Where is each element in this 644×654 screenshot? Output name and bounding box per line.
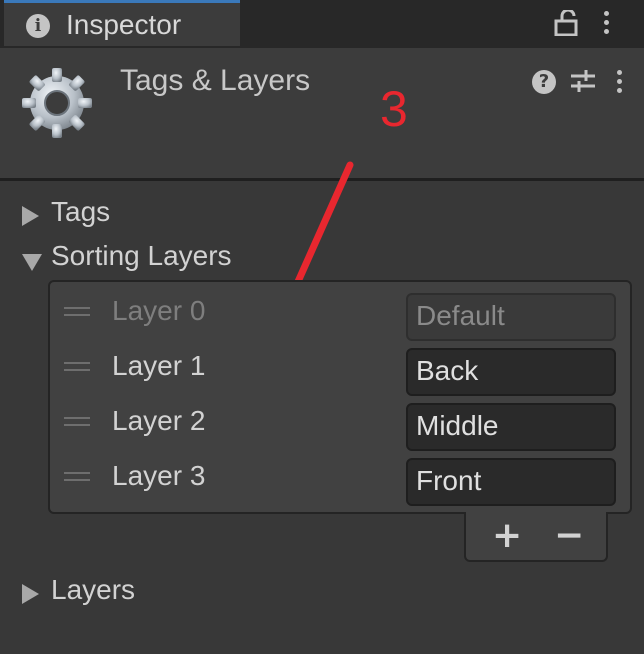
tab-title: Inspector [66,9,182,40]
layer-label: Layer 3 [112,460,206,491]
layer-name-field[interactable]: Back [406,348,616,396]
annotation-number: 3 [380,81,408,137]
remove-layer-button[interactable]: − [554,516,584,556]
layer-name-field[interactable]: Middle [406,403,616,451]
foldout-label: Tags [51,196,111,227]
header-title: Tags & Layers [120,64,311,97]
header-menu-icon[interactable] [617,70,623,97]
list-item: Layer 0 Default [50,285,630,341]
layer-name-field[interactable]: Front [406,458,616,506]
tab-menu-icon[interactable] [604,11,610,38]
tab-bar: i Inspector [0,0,644,48]
add-layer-button[interactable]: + [492,516,522,556]
list-item[interactable]: Layer 1 Back [50,340,630,396]
list-item[interactable]: Layer 2 Middle [50,395,630,451]
lock-icon[interactable] [554,10,578,36]
drag-handle-icon[interactable] [64,472,90,486]
layer-name-field: Default [406,293,616,341]
drag-handle-icon[interactable] [64,362,90,376]
list-footer: + − [464,512,608,562]
foldout-label: Layers [51,574,136,605]
info-icon: i [26,14,50,38]
gear-icon [22,68,92,138]
list-item[interactable]: Layer 3 Front [50,450,630,506]
tab-inspector[interactable]: i Inspector [4,0,240,46]
expand-arrow-icon [22,206,39,226]
sorting-layers-list: Layer 0 Default Layer 1 Back Layer 2 Mid… [48,280,632,514]
presets-icon[interactable] [570,68,596,94]
layer-label: Layer 2 [112,405,206,436]
expand-arrow-icon [22,584,39,604]
help-icon[interactable]: ? [532,70,556,94]
collapse-arrow-icon [22,254,42,271]
drag-handle-icon[interactable] [64,417,90,431]
drag-handle-icon [64,307,90,321]
foldout-label: Sorting Layers [51,240,232,271]
layer-label: Layer 1 [112,350,206,381]
layer-label: Layer 0 [112,295,206,326]
